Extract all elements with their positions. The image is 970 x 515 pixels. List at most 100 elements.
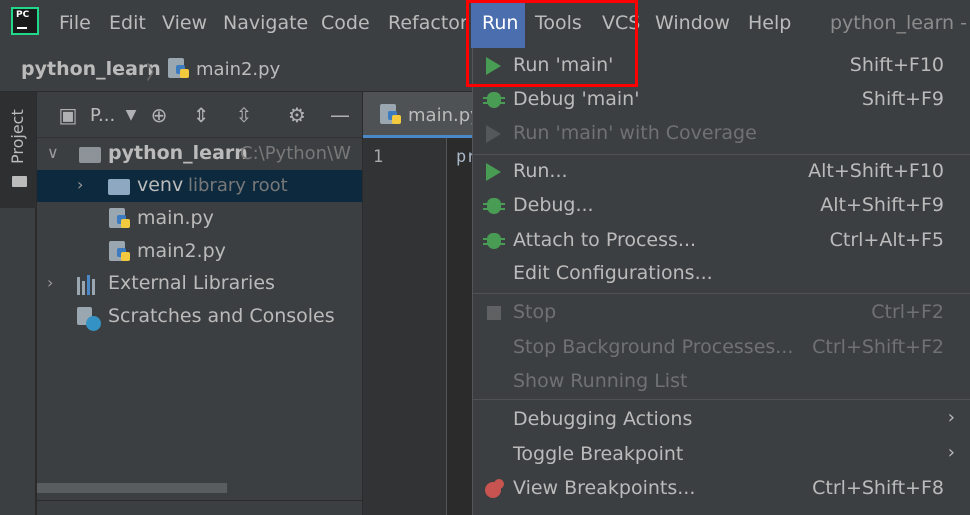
tree-item-venv[interactable]: › venv library root (37, 170, 362, 202)
menu-item-attach-process[interactable]: Attach to Process... Ctrl+Alt+F5 (473, 224, 970, 258)
chevron-right-icon: › (947, 407, 955, 428)
editor-tab-bar: main.py (363, 92, 481, 138)
tree-item-label: External Libraries (108, 272, 275, 294)
menu-item-stop-background[interactable]: Stop Background Processes... Ctrl+Shift+… (473, 331, 970, 365)
collapse-all-icon[interactable]: ⇳ (232, 103, 256, 127)
tree-item-label: python_learn (108, 142, 248, 164)
debug-icon (483, 89, 505, 111)
scratches-icon (77, 307, 101, 331)
tab-main-py[interactable]: main.py (363, 92, 481, 138)
menu-item-run-dialog[interactable]: Run... Alt+Shift+F10 (473, 155, 970, 189)
python-file-icon (109, 241, 131, 263)
python-file-icon (109, 208, 131, 230)
breadcrumb-file[interactable]: main2.py (196, 59, 280, 80)
menu-navigate[interactable]: Navigate (223, 12, 308, 38)
tree-item-python-learn[interactable]: ∨ python_learn C:\Python\W (37, 138, 362, 170)
horizontal-scrollbar[interactable] (37, 483, 227, 493)
editor-gutter: 1 (363, 138, 447, 515)
tree-item-external-libraries[interactable]: › External Libraries (37, 268, 362, 300)
project-view-selector[interactable]: P... (90, 105, 115, 126)
menu-item-label: Show Running List (513, 370, 688, 392)
menu-code[interactable]: Code (321, 12, 370, 38)
menu-separator (473, 399, 970, 400)
minimize-icon[interactable]: — (328, 103, 352, 127)
menu-separator (473, 293, 970, 294)
folder-icon (12, 176, 27, 187)
menu-item-label: Attach to Process... (513, 229, 697, 251)
menu-item-label: Debug 'main' (513, 88, 640, 110)
gear-icon[interactable]: ⚙ (285, 103, 309, 127)
project-panel: ▣ P... ▼ ⊕ ⇕ ⇳ ⚙ — ∨ python_learn C:\Pyt… (37, 92, 362, 515)
menu-item-show-running-list[interactable]: Show Running List (473, 365, 970, 399)
menu-item-shortcut: Ctrl+Alt+F5 (829, 229, 944, 251)
highlight-annotation-box (466, 0, 638, 87)
menu-item-toggle-breakpoint[interactable]: Toggle Breakpoint › (473, 438, 970, 472)
folder-icon (108, 179, 130, 195)
folder-icon (79, 147, 101, 163)
menu-view[interactable]: View (162, 12, 207, 38)
menu-item-label: View Breakpoints... (513, 477, 696, 499)
python-file-icon (168, 58, 190, 80)
menu-item-label: Debug... (513, 194, 594, 216)
project-tab-label: Project (8, 109, 27, 164)
menu-item-label: Run 'main' with Coverage (513, 122, 757, 144)
menu-item-run-coverage[interactable]: Run 'main' with Coverage (473, 117, 970, 151)
menu-item-shortcut: Alt+Shift+F9 (820, 194, 944, 216)
menu-item-label: Edit Configurations... (513, 262, 713, 284)
tree-item-main2-py[interactable]: main2.py (37, 236, 362, 268)
menu-item-shortcut: Ctrl+Shift+F8 (812, 477, 944, 499)
run-menu-dropdown: Run 'main' Shift+F10 Debug 'main' Shift+… (472, 48, 970, 515)
menu-refactor[interactable]: Refactor (388, 12, 468, 38)
project-tool-tab[interactable]: Project (0, 92, 36, 208)
menu-help[interactable]: Help (748, 12, 791, 38)
menu-file[interactable]: File (59, 12, 91, 38)
chevron-right-icon[interactable]: › (47, 273, 53, 292)
tree-item-path: C:\Python\W (240, 143, 351, 164)
menu-edit[interactable]: Edit (109, 12, 146, 38)
expand-all-icon[interactable]: ⇕ (189, 103, 213, 127)
menu-item-edit-configurations[interactable]: Edit Configurations... (473, 257, 970, 291)
menu-item-label: Toggle Breakpoint (513, 443, 684, 465)
menu-item-debugging-actions[interactable]: Debugging Actions › (473, 403, 970, 437)
breakpoints-icon (483, 478, 505, 500)
menu-item-label: Stop Background Processes... (513, 336, 794, 358)
menu-item-view-breakpoints[interactable]: View Breakpoints... Ctrl+Shift+F8 (473, 472, 970, 506)
tree-item-label: main.py (137, 207, 214, 229)
coverage-icon (483, 123, 505, 145)
tree-item-label: Scratches and Consoles (108, 305, 335, 327)
left-tool-strip: Project (0, 92, 36, 515)
menu-item-shortcut: Ctrl+F2 (871, 301, 944, 323)
panel-bottom-bar (37, 500, 362, 515)
project-view-icon[interactable]: ▣ (56, 103, 80, 127)
stop-icon (483, 302, 505, 324)
menu-item-shortcut: Shift+F10 (849, 54, 944, 76)
menu-item-debug-main[interactable]: Debug 'main' Shift+F9 (473, 83, 970, 117)
menu-item-stop[interactable]: Stop Ctrl+F2 (473, 296, 970, 330)
menu-item-shortcut: Alt+Shift+F10 (808, 160, 944, 182)
menu-item-label: Debugging Actions (513, 408, 693, 430)
menu-item-shortcut: Shift+F9 (861, 88, 944, 110)
tree-item-label: main2.py (137, 240, 226, 262)
chevron-right-icon[interactable]: › (77, 175, 83, 194)
breadcrumb-project[interactable]: python_learn (21, 58, 161, 80)
attach-icon (483, 230, 505, 252)
window-title: python_learn - m (830, 12, 970, 34)
menu-item-shortcut: Ctrl+Shift+F2 (812, 336, 944, 358)
menu-item-label: Stop (513, 301, 557, 323)
tree-item-label: venv (137, 174, 184, 196)
run-icon (483, 161, 505, 183)
chevron-down-icon[interactable]: ▼ (119, 103, 143, 127)
chevron-down-icon[interactable]: ∨ (47, 143, 59, 162)
debug-icon (483, 195, 505, 217)
tree-item-main-py[interactable]: main.py (37, 203, 362, 235)
project-panel-header: ▣ P... ▼ ⊕ ⇕ ⇳ ⚙ — (37, 92, 362, 138)
menu-window[interactable]: Window (655, 12, 730, 38)
code-editor[interactable]: pr (448, 138, 476, 515)
pycharm-logo-icon: PC (11, 7, 39, 35)
tree-item-scratches[interactable]: Scratches and Consoles (37, 301, 362, 333)
locate-icon[interactable]: ⊕ (147, 103, 171, 127)
breadcrumb-separator: 〉 (146, 62, 166, 84)
line-number: 1 (373, 147, 384, 167)
menu-item-debug-dialog[interactable]: Debug... Alt+Shift+F9 (473, 189, 970, 223)
chevron-right-icon: › (947, 442, 955, 463)
